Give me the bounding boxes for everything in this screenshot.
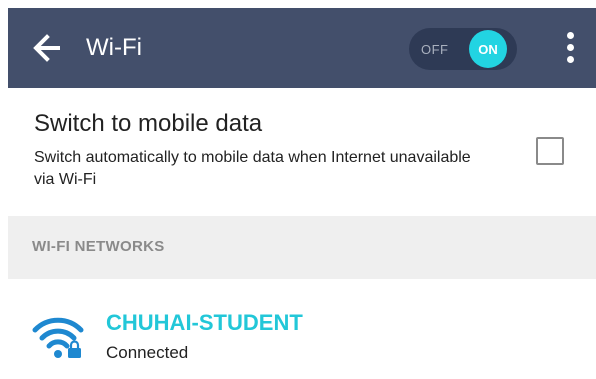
mobile-data-option-description: Switch automatically to mobile data when…: [34, 149, 471, 188]
wifi-toggle[interactable]: OFF ON: [409, 28, 517, 70]
app-bar: Wi-Fi OFF ON: [8, 8, 596, 88]
section-label: WI-FI NETWORKS: [32, 238, 165, 255]
overflow-menu-button[interactable]: [562, 30, 580, 66]
mobile-data-option-title: Switch to mobile data: [34, 110, 263, 137]
back-button[interactable]: [28, 30, 68, 66]
mobile-data-checkbox[interactable]: [536, 137, 564, 165]
network-status: Connected: [106, 343, 189, 362]
wifi-secured-icon: [32, 317, 84, 358]
toggle-knob: ON: [469, 30, 507, 68]
wifi-networks-section-header: WI-FI NETWORKS: [8, 216, 596, 279]
page-title: Wi-Fi: [86, 34, 142, 61]
toggle-on-label: ON: [478, 42, 498, 57]
network-name: CHUHAI-STUDENT: [106, 310, 303, 335]
wifi-settings-screen: Wi-Fi OFF ON Switch to mobile data Switc…: [0, 0, 596, 379]
arrow-left-icon: [33, 34, 60, 62]
network-item[interactable]: CHUHAI-STUDENT Connected: [8, 290, 596, 379]
toggle-off-label: OFF: [421, 42, 449, 57]
